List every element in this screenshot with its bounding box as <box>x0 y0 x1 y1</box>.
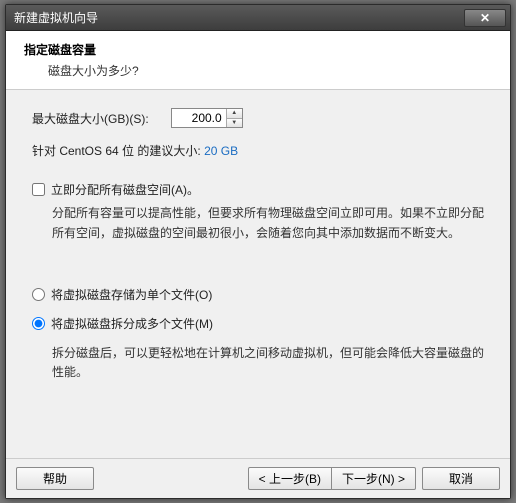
close-icon: ✕ <box>480 11 490 25</box>
max-disk-row: 最大磁盘大小(GB)(S): ▲ ▼ <box>32 108 484 128</box>
titlebar: 新建虚拟机向导 ✕ <box>6 5 510 31</box>
spin-buttons: ▲ ▼ <box>226 109 242 127</box>
help-button[interactable]: 帮助 <box>16 467 94 490</box>
allocate-all-label[interactable]: 立即分配所有磁盘空间(A)。 <box>51 181 199 198</box>
cancel-button[interactable]: 取消 <box>422 467 500 490</box>
disk-size-spinbox: ▲ ▼ <box>171 108 243 128</box>
header-pane: 指定磁盘容量 磁盘大小为多少? <box>6 31 510 90</box>
page-title: 指定磁盘容量 <box>24 41 492 58</box>
spin-up-button[interactable]: ▲ <box>227 109 242 119</box>
page-subtitle: 磁盘大小为多少? <box>48 62 492 79</box>
split-file-label[interactable]: 将虚拟磁盘拆分成多个文件(M) <box>51 315 213 332</box>
storage-radio-group: 将虚拟磁盘存储为单个文件(O) 将虚拟磁盘拆分成多个文件(M) 拆分磁盘后，可以… <box>32 286 484 384</box>
single-file-label[interactable]: 将虚拟磁盘存储为单个文件(O) <box>51 286 212 303</box>
back-button[interactable]: < 上一步(B) <box>248 467 332 490</box>
window-title: 新建虚拟机向导 <box>14 9 464 26</box>
split-file-radio[interactable] <box>32 317 45 330</box>
split-desc: 拆分磁盘后，可以更轻松地在计算机之间移动虚拟机，但可能会降低大容量磁盘的性能。 <box>52 344 484 384</box>
nav-button-group: < 上一步(B) 下一步(N) > <box>248 467 416 490</box>
recommend-size: 20 GB <box>204 144 238 158</box>
next-button[interactable]: 下一步(N) > <box>332 467 416 490</box>
wizard-window: 新建虚拟机向导 ✕ 指定磁盘容量 磁盘大小为多少? 最大磁盘大小(GB)(S):… <box>5 4 511 499</box>
close-button[interactable]: ✕ <box>464 9 506 27</box>
allocate-desc: 分配所有容量可以提高性能，但要求所有物理磁盘空间立即可用。如果不立即分配所有空间… <box>52 204 484 244</box>
disk-size-input[interactable] <box>172 109 226 127</box>
single-file-row: 将虚拟磁盘存储为单个文件(O) <box>32 286 484 303</box>
footer: 帮助 < 上一步(B) 下一步(N) > 取消 <box>6 458 510 498</box>
spin-down-button[interactable]: ▼ <box>227 119 242 128</box>
content-area: 最大磁盘大小(GB)(S): ▲ ▼ 针对 CentOS 64 位 的建议大小:… <box>6 90 510 458</box>
split-file-row: 将虚拟磁盘拆分成多个文件(M) <box>32 315 484 332</box>
single-file-radio[interactable] <box>32 288 45 301</box>
max-disk-label: 最大磁盘大小(GB)(S): <box>32 110 149 127</box>
allocate-all-checkbox[interactable] <box>32 183 45 196</box>
recommend-row: 针对 CentOS 64 位 的建议大小: 20 GB <box>32 142 484 159</box>
recommend-prefix: 针对 CentOS 64 位 的建议大小: <box>32 144 201 158</box>
allocate-all-row: 立即分配所有磁盘空间(A)。 <box>32 181 484 198</box>
